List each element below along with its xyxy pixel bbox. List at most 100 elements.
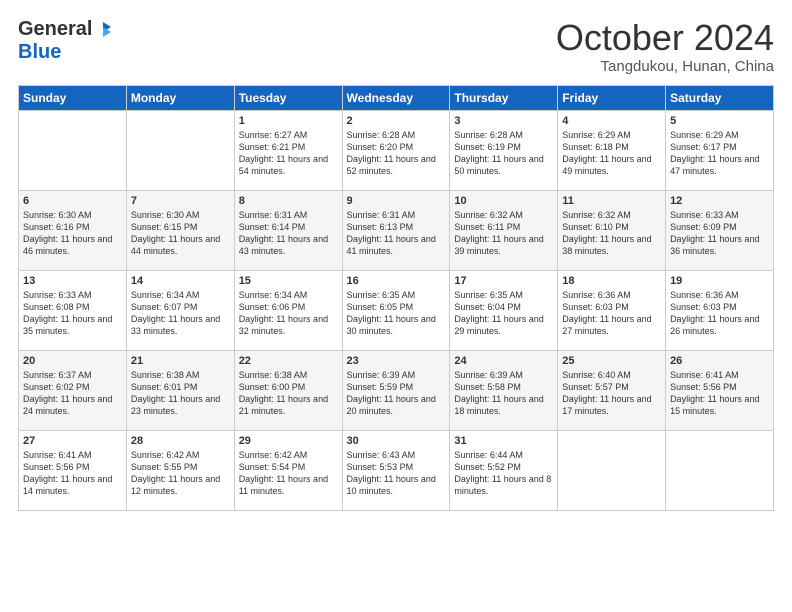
cell-content: Sunrise: 6:41 AMSunset: 5:56 PMDaylight:…: [23, 449, 122, 498]
day-number: 23: [347, 355, 446, 367]
calendar-cell: 16 Sunrise: 6:35 AMSunset: 6:05 PMDayligh…: [342, 270, 450, 350]
sunrise-text: Sunrise: 6:33 AM: [23, 289, 122, 301]
sunrise-text: Sunrise: 6:28 AM: [454, 129, 553, 141]
cell-content: Sunrise: 6:29 AMSunset: 6:17 PMDaylight:…: [670, 129, 769, 178]
calendar-cell: 9Sunrise: 6:31 AMSunset: 6:13 PMDaylight…: [342, 190, 450, 270]
calendar-cell: 15Sunrise: 6:34 AMSunset: 6:06 PMDayligh…: [234, 270, 342, 350]
cell-content: Sunrise: 6:30 AMSunset: 6:15 PMDaylight:…: [131, 209, 230, 258]
calendar-week-2: 6Sunrise: 6:30 AMSunset: 6:16 PMDaylight…: [19, 190, 774, 270]
day-number: 12: [670, 195, 769, 207]
day-number: 7: [131, 195, 230, 207]
cell-content: Sunrise: 6:28 AMSunset: 6:19 PMDaylight:…: [454, 129, 553, 178]
sunrise-text: Sunrise: 6:35 AM: [347, 289, 446, 301]
daylight-text: Daylight: 11 hours and 54 minutes.: [239, 153, 338, 177]
sunrise-text: Sunrise: 6:44 AM: [454, 449, 553, 461]
cell-content: Sunrise: 6:35 AMSunset: 6:05 PMDaylight:…: [347, 289, 446, 338]
calendar-cell: 12 Sunrise: 6:33 AMSunset: 6:09 PMDayligh…: [666, 190, 774, 270]
daylight-text: Daylight: 11 hours and 44 minutes.: [131, 233, 230, 257]
calendar-cell: [558, 430, 666, 510]
day-number: 21: [131, 355, 230, 367]
sunrise-text: Sunrise: 6:27 AM: [239, 129, 338, 141]
cell-content: Sunrise: 6:37 AMSunset: 6:02 PMDaylight:…: [23, 369, 122, 418]
daylight-text: Daylight: 11 hours and 20 minutes.: [347, 393, 446, 417]
sunset-text: Sunset: 6:21 PM: [239, 141, 338, 153]
calendar-cell: 29Sunrise: 6:42 AMSunset: 5:54 PMDayligh…: [234, 430, 342, 510]
day-number: 5: [670, 115, 769, 127]
col-friday: Friday: [558, 85, 666, 110]
cell-content: Sunrise: 6:30 AMSunset: 6:16 PMDaylight:…: [23, 209, 122, 258]
day-number: 19: [670, 275, 769, 287]
calendar-cell: [19, 110, 127, 190]
calendar-cell: 1Sunrise: 6:27 AMSunset: 6:21 PMDaylight…: [234, 110, 342, 190]
cell-content: Sunrise: 6:33 AMSunset: 6:09 PMDaylight:…: [670, 209, 769, 258]
logo-flag-icon: [94, 21, 112, 39]
calendar-cell: 11Sunrise: 6:32 AMSunset: 6:10 PMDayligh…: [558, 190, 666, 270]
sunset-text: Sunset: 5:59 PM: [347, 381, 446, 393]
daylight-text: Daylight: 11 hours and 21 minutes.: [239, 393, 338, 417]
calendar-cell: 5 Sunrise: 6:29 AMSunset: 6:17 PMDaylight…: [666, 110, 774, 190]
location: Tangdukou, Hunan, China: [556, 58, 774, 75]
sunrise-text: Sunrise: 6:31 AM: [347, 209, 446, 221]
cell-content: Sunrise: 6:38 AMSunset: 6:01 PMDaylight:…: [131, 369, 230, 418]
col-monday: Monday: [126, 85, 234, 110]
sunrise-text: Sunrise: 6:39 AM: [347, 369, 446, 381]
day-number: 22: [239, 355, 338, 367]
calendar-cell: 17Sunrise: 6:35 AMSunset: 6:04 PMDayligh…: [450, 270, 558, 350]
daylight-text: Daylight: 11 hours and 18 minutes.: [454, 393, 553, 417]
day-number: 8: [239, 195, 338, 207]
calendar-table: Sunday Monday Tuesday Wednesday Thursday…: [18, 85, 774, 511]
sunset-text: Sunset: 5:52 PM: [454, 461, 553, 473]
daylight-text: Daylight: 11 hours and 29 minutes.: [454, 313, 553, 337]
sunrise-text: Sunrise: 6:37 AM: [23, 369, 122, 381]
day-number: 16: [347, 275, 446, 287]
sunrise-text: Sunrise: 6:30 AM: [23, 209, 122, 221]
sunset-text: Sunset: 6:18 PM: [562, 141, 661, 153]
cell-content: Sunrise: 6:34 AMSunset: 6:07 PMDaylight:…: [131, 289, 230, 338]
day-number: 2: [347, 115, 446, 127]
sunrise-text: Sunrise: 6:31 AM: [239, 209, 338, 221]
sunrise-text: Sunrise: 6:39 AM: [454, 369, 553, 381]
daylight-text: Daylight: 11 hours and 47 minutes.: [670, 153, 769, 177]
sunrise-text: Sunrise: 6:42 AM: [239, 449, 338, 461]
calendar-cell: 20Sunrise: 6:37 AMSunset: 6:02 PMDayligh…: [19, 350, 127, 430]
sunset-text: Sunset: 6:20 PM: [347, 141, 446, 153]
sunrise-text: Sunrise: 6:40 AM: [562, 369, 661, 381]
calendar-cell: 8 Sunrise: 6:31 AMSunset: 6:14 PMDaylight…: [234, 190, 342, 270]
daylight-text: Daylight: 11 hours and 36 minutes.: [670, 233, 769, 257]
cell-content: Sunrise: 6:38 AMSunset: 6:00 PMDaylight:…: [239, 369, 338, 418]
sunset-text: Sunset: 6:14 PM: [239, 221, 338, 233]
daylight-text: Daylight: 11 hours and 39 minutes.: [454, 233, 553, 257]
calendar-cell: 19 Sunrise: 6:36 AMSunset: 6:03 PMDayligh…: [666, 270, 774, 350]
sunset-text: Sunset: 6:00 PM: [239, 381, 338, 393]
calendar-cell: 25Sunrise: 6:40 AMSunset: 5:57 PMDayligh…: [558, 350, 666, 430]
col-sunday: Sunday: [19, 85, 127, 110]
daylight-text: Daylight: 11 hours and 46 minutes.: [23, 233, 122, 257]
calendar-week-4: 20Sunrise: 6:37 AMSunset: 6:02 PMDayligh…: [19, 350, 774, 430]
col-thursday: Thursday: [450, 85, 558, 110]
day-number: 4: [562, 115, 661, 127]
col-wednesday: Wednesday: [342, 85, 450, 110]
title-block: October 2024 Tangdukou, Hunan, China: [556, 18, 774, 75]
sunset-text: Sunset: 5:55 PM: [131, 461, 230, 473]
cell-content: Sunrise: 6:36 AMSunset: 6:03 PMDaylight:…: [670, 289, 769, 338]
calendar-cell: [126, 110, 234, 190]
header: General Blue October 2024 Tangdukou, Hun…: [18, 18, 774, 75]
cell-content: Sunrise: 6:43 AMSunset: 5:53 PMDaylight:…: [347, 449, 446, 498]
daylight-text: Daylight: 11 hours and 24 minutes.: [23, 393, 122, 417]
daylight-text: Daylight: 11 hours and 49 minutes.: [562, 153, 661, 177]
day-number: 28: [131, 435, 230, 447]
sunrise-text: Sunrise: 6:34 AM: [239, 289, 338, 301]
daylight-text: Daylight: 11 hours and 52 minutes.: [347, 153, 446, 177]
cell-content: Sunrise: 6:42 AMSunset: 5:54 PMDaylight:…: [239, 449, 338, 498]
daylight-text: Daylight: 11 hours and 38 minutes.: [562, 233, 661, 257]
calendar-cell: 4Sunrise: 6:29 AMSunset: 6:18 PMDaylight…: [558, 110, 666, 190]
cell-content: Sunrise: 6:28 AMSunset: 6:20 PMDaylight:…: [347, 129, 446, 178]
sunset-text: Sunset: 6:15 PM: [131, 221, 230, 233]
day-number: 11: [562, 195, 661, 207]
sunset-text: Sunset: 6:16 PM: [23, 221, 122, 233]
daylight-text: Daylight: 11 hours and 43 minutes.: [239, 233, 338, 257]
sunset-text: Sunset: 6:04 PM: [454, 301, 553, 313]
sunrise-text: Sunrise: 6:42 AM: [131, 449, 230, 461]
calendar-cell: 18Sunrise: 6:36 AMSunset: 6:03 PMDayligh…: [558, 270, 666, 350]
logo-general-text: General: [18, 18, 92, 41]
